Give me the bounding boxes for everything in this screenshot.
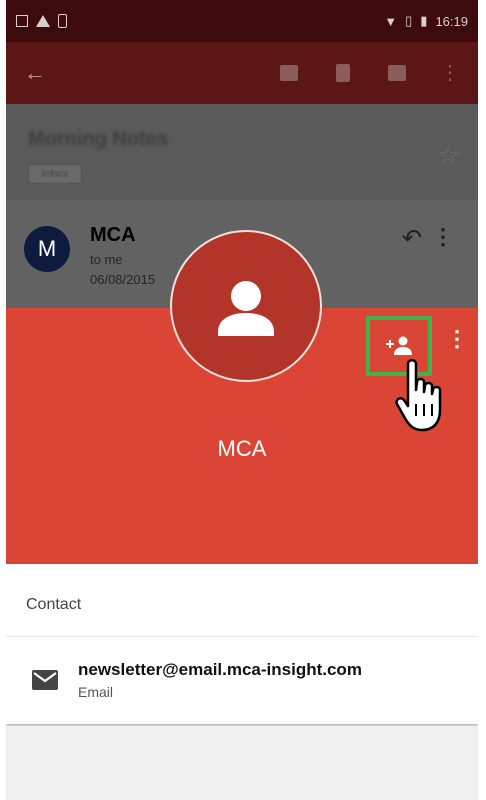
mail-icon[interactable] — [388, 65, 406, 81]
recipient-text: to me — [90, 252, 123, 267]
reply-icon[interactable]: ↶ — [402, 224, 422, 253]
notification-warning-icon — [36, 15, 50, 27]
email-subject: Morning Notes — [28, 128, 168, 150]
contact-avatar — [170, 230, 322, 382]
sender-more-icon[interactable]: ⋮ — [432, 224, 454, 250]
back-arrow-icon[interactable]: ← — [24, 60, 46, 86]
person-icon — [218, 281, 274, 336]
contact-more-icon[interactable]: ⋮ — [446, 326, 468, 352]
sender-name: MCA — [90, 224, 136, 246]
contact-section-header: Contact — [26, 596, 82, 613]
inbox-label: Inbox — [28, 164, 82, 184]
divider — [6, 636, 478, 637]
status-bar: ▼ ▯ ▮ 16:19 — [6, 0, 478, 42]
notification-image-icon — [16, 15, 28, 27]
contact-name: MCA — [217, 436, 267, 461]
notification-phone-icon — [58, 14, 67, 28]
contact-email-type: Email — [78, 684, 114, 700]
add-person-icon — [386, 336, 412, 355]
delete-icon[interactable] — [336, 64, 350, 82]
contact-info-card: Contact newsletter@email.mca-insight.com… — [6, 564, 478, 724]
wifi-icon: ▼ — [384, 13, 398, 29]
status-time: 16:19 — [435, 13, 468, 29]
contact-email-address[interactable]: newsletter@email.mca-insight.com — [78, 660, 362, 680]
frame-right — [478, 0, 486, 800]
hand-pointer-icon — [395, 359, 442, 432]
more-vert-icon[interactable]: ⋮ — [440, 63, 460, 83]
envelope-icon — [32, 670, 58, 690]
phone-screen: ▼ ▯ ▮ 16:19 ← ⋮ Morning Notes Inbox ☆ M … — [0, 0, 486, 800]
archive-icon[interactable] — [280, 65, 298, 81]
empty-area — [6, 726, 478, 800]
sender-avatar[interactable]: M — [24, 226, 70, 272]
battery-icon: ▮ — [420, 13, 428, 28]
email-subject-row: Morning Notes Inbox ☆ — [6, 104, 478, 200]
frame-left — [0, 0, 6, 800]
signal-icon: ▯ — [405, 13, 413, 28]
star-icon[interactable]: ☆ — [437, 140, 460, 171]
email-date: 06/08/2015 — [90, 272, 156, 287]
app-bar: ← ⋮ — [6, 42, 478, 104]
